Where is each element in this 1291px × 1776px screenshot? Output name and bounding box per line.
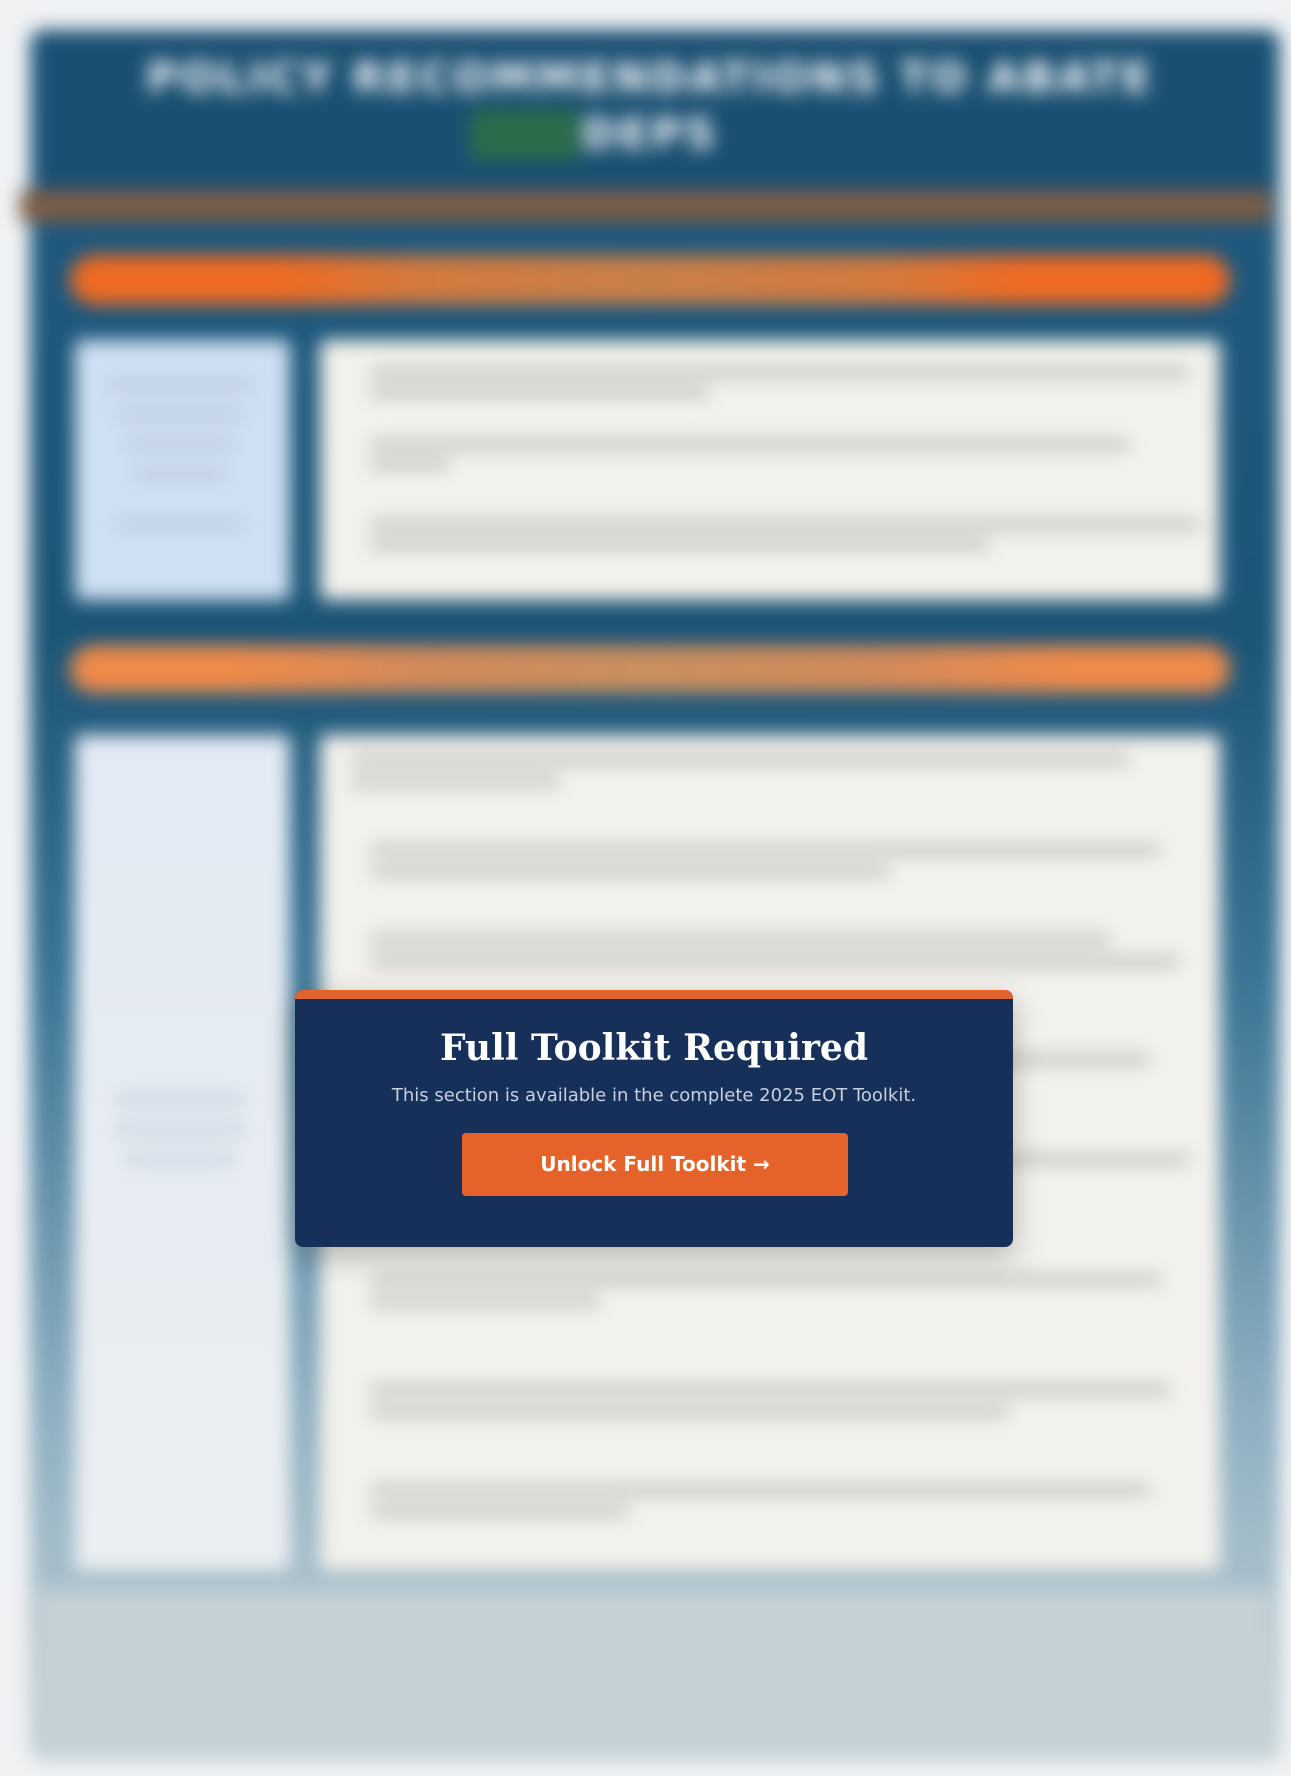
section-body: [320, 340, 1220, 600]
section-header-bar: [70, 645, 1230, 693]
section-side-label: [75, 735, 290, 1570]
section-header-bar: [70, 255, 1230, 305]
header-divider-band: [20, 190, 1271, 222]
toolkit-required-modal: Full Toolkit Required This section is av…: [295, 990, 1013, 1247]
modal-accent-bar: [295, 990, 1013, 999]
blurred-document-preview: POLICY RECOMMENDATIONS TO ABATE DEPS: [0, 0, 1291, 1776]
unlock-full-toolkit-button[interactable]: Unlock Full Toolkit →: [462, 1133, 848, 1196]
modal-message: This section is available in the complet…: [391, 1085, 917, 1106]
document-title: POLICY RECOMMENDATIONS TO ABATE DEPS: [146, 53, 1154, 158]
modal-title: Full Toolkit Required: [439, 1027, 868, 1069]
section-side-label: [75, 340, 290, 600]
document-footer: [40, 1590, 1270, 1750]
page: POLICY RECOMMENDATIONS TO ABATE DEPS Ful…: [0, 0, 1291, 1776]
